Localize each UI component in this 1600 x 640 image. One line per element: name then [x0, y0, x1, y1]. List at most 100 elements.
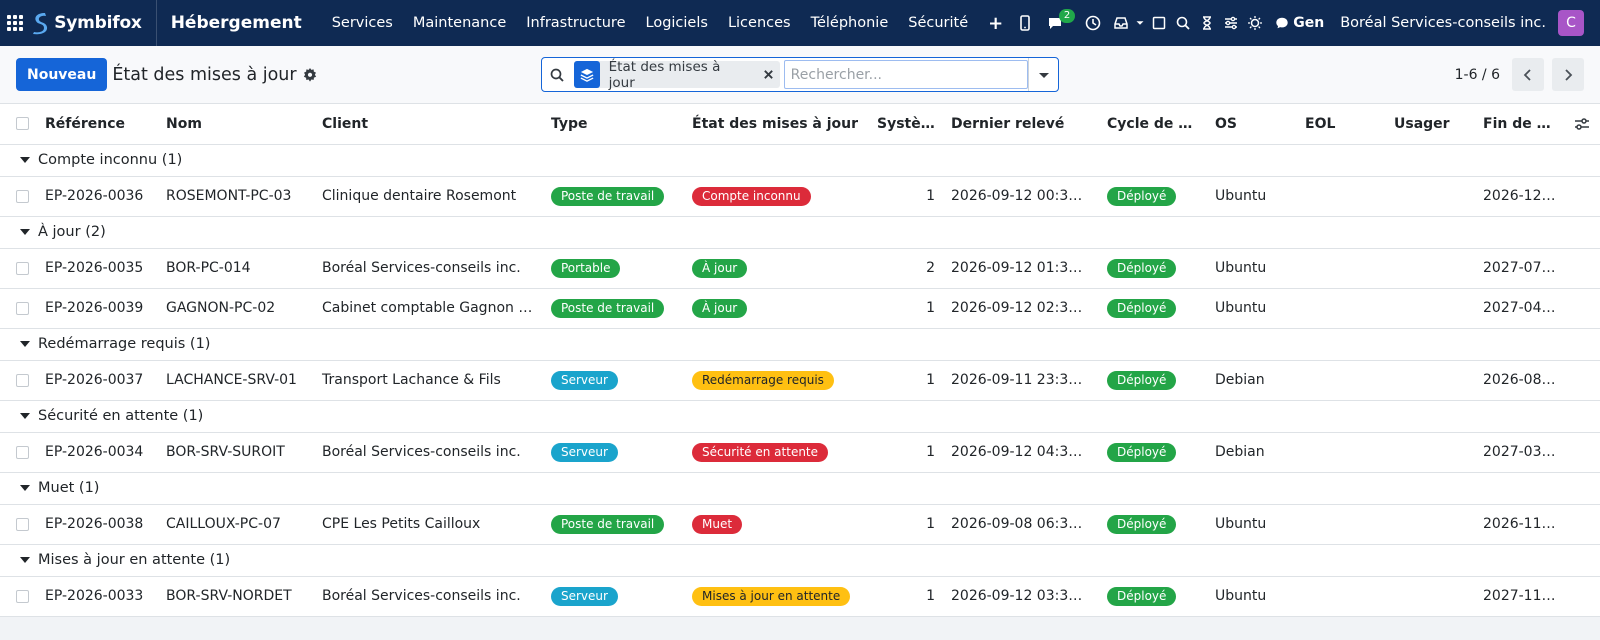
group-row[interactable]: À jour (2)	[0, 216, 1600, 249]
table-row[interactable]: EP-2026-0035 BOR-PC-014 Boréal Services-co…	[0, 248, 1600, 289]
column-header-warranty[interactable]: Fin de garantie	[1475, 104, 1564, 145]
checkbox[interactable]	[16, 189, 29, 203]
table-row[interactable]: EP-2026-0033 BOR-SRV-NORDET Boréal Service…	[0, 576, 1600, 617]
layers-icon	[573, 61, 600, 88]
pager-previous-button[interactable]	[1512, 58, 1544, 91]
inbox-icon[interactable]	[1109, 0, 1133, 46]
column-header-systems[interactable]: Systèmes	[869, 104, 943, 145]
group-header[interactable]: Sécurité en attente (1)	[0, 400, 1600, 433]
last-seen-cell: 2026-09-12 04:38:06	[943, 432, 1099, 473]
row-checkbox[interactable]	[0, 576, 37, 617]
checkbox[interactable]	[16, 589, 29, 603]
row-checkbox[interactable]	[0, 176, 37, 217]
update-state-badge: Sécurité en attente	[692, 442, 829, 462]
type-badge: Serveur	[551, 442, 618, 462]
row-checkbox[interactable]	[0, 504, 37, 545]
group-header[interactable]: Redémarrage requis (1)	[0, 328, 1600, 361]
lifecycle-badge: Déployé	[1107, 370, 1177, 390]
row-checkbox[interactable]	[0, 432, 37, 473]
phone-icon[interactable]	[1013, 0, 1037, 46]
select-all-checkbox[interactable]	[0, 104, 37, 145]
row-checkbox[interactable]	[0, 288, 37, 329]
search-icon[interactable]	[1171, 0, 1195, 46]
checkbox[interactable]	[16, 373, 29, 387]
hourglass-icon[interactable]	[1195, 0, 1219, 46]
menu-item-maintenance[interactable]: Maintenance	[403, 15, 516, 31]
search-icon[interactable]	[542, 67, 572, 83]
group-row[interactable]: Redémarrage requis (1)	[0, 328, 1600, 361]
warranty-cell: 2027-04-10	[1475, 288, 1564, 329]
menu-item-infrastructure[interactable]: Infrastructure	[516, 15, 635, 31]
group-row[interactable]: Mises à jour en attente (1)	[0, 544, 1600, 577]
group-row[interactable]: Sécurité en attente (1)	[0, 400, 1600, 433]
column-header-user[interactable]: Usager	[1386, 104, 1475, 145]
caret-down-icon[interactable]	[1133, 0, 1147, 46]
group-row[interactable]: Compte inconnu (1)	[0, 144, 1600, 177]
square-icon[interactable]	[1147, 0, 1171, 46]
column-header-client[interactable]: Client	[314, 104, 543, 145]
table-row[interactable]: EP-2026-0039 GAGNON-PC-02 Cabinet comptabl…	[0, 288, 1600, 329]
row-checkbox[interactable]	[0, 360, 37, 401]
messages-icon[interactable]: 2	[1043, 0, 1076, 46]
sliders-icon[interactable]	[1219, 0, 1243, 46]
column-header-lifecycle[interactable]: Cycle de vie	[1099, 104, 1207, 145]
group-header[interactable]: À jour (2)	[0, 216, 1600, 249]
table-row[interactable]: EP-2026-0037 LACHANCE-SRV-01 Transport Lac…	[0, 360, 1600, 401]
caret-down-icon	[20, 557, 30, 563]
lifecycle-cell: Déployé	[1099, 432, 1207, 473]
column-header-type[interactable]: Type	[543, 104, 684, 145]
pager-value[interactable]: 1-6 / 6	[1455, 67, 1500, 83]
menu-item-logiciels[interactable]: Logiciels	[636, 15, 718, 31]
checkbox[interactable]	[16, 445, 29, 459]
update-state-cell: À jour	[684, 288, 869, 329]
group-label-wrap: Sécurité en attente (1)	[8, 408, 1592, 424]
gen-chat-button[interactable]: Gen	[1267, 15, 1340, 31]
clock-icon[interactable]	[1081, 0, 1105, 46]
column-header-update-state[interactable]: État des mises à jour	[684, 104, 869, 145]
group-row[interactable]: Muet (1)	[0, 472, 1600, 505]
menu-item-licences[interactable]: Licences	[718, 15, 801, 31]
checkbox[interactable]	[16, 261, 29, 275]
pager-next-button[interactable]	[1552, 58, 1584, 91]
row-spacer	[1564, 248, 1600, 289]
column-header-last-seen[interactable]: Dernier relevé	[943, 104, 1099, 145]
warranty-cell: 2026-12-16	[1475, 176, 1564, 217]
column-header-reference[interactable]: Référence	[37, 104, 158, 145]
client-cell: Transport Lachance & Fils	[314, 360, 543, 401]
group-header[interactable]: Compte inconnu (1)	[0, 144, 1600, 177]
menu-item-services[interactable]: Services	[322, 15, 403, 31]
new-button[interactable]: Nouveau	[16, 58, 108, 91]
table-header-row: Référence Nom Client Type État des mises…	[0, 104, 1600, 145]
reference-cell: EP-2026-0039	[37, 288, 158, 329]
checkbox[interactable]	[16, 517, 29, 531]
optional-columns-toggle[interactable]	[1564, 104, 1600, 145]
menu-item-securite[interactable]: Sécurité	[898, 15, 978, 31]
gear-icon[interactable]	[303, 67, 317, 82]
search-input[interactable]	[783, 60, 1029, 89]
search-options-toggle[interactable]	[1028, 58, 1058, 91]
apps-menu-icon[interactable]	[0, 0, 30, 46]
module-title[interactable]: Hébergement	[157, 13, 322, 33]
theme-icon[interactable]	[1243, 0, 1267, 46]
table-row[interactable]: EP-2026-0036 ROSEMONT-PC-03 Clinique denta…	[0, 176, 1600, 217]
add-menu-icon[interactable]: +	[978, 13, 1013, 34]
update-state-cell: Mises à jour en attente	[684, 576, 869, 617]
brand[interactable]: Symbifox	[30, 0, 157, 46]
lifecycle-badge: Déployé	[1107, 442, 1177, 462]
eol-cell	[1297, 360, 1386, 401]
avatar[interactable]: C	[1558, 10, 1584, 36]
group-header[interactable]: Mises à jour en attente (1)	[0, 544, 1600, 577]
reference-cell: EP-2026-0037	[37, 360, 158, 401]
checkbox[interactable]	[16, 301, 29, 315]
menu-item-telephonie[interactable]: Téléphonie	[801, 15, 899, 31]
row-checkbox[interactable]	[0, 248, 37, 289]
table-row[interactable]: EP-2026-0038 CAILLOUX-PC-07 CPE Les Petits…	[0, 504, 1600, 545]
column-header-eol[interactable]: EOL	[1297, 104, 1386, 145]
os-cell: Debian	[1207, 432, 1297, 473]
column-header-os[interactable]: OS	[1207, 104, 1297, 145]
close-icon[interactable]	[758, 69, 780, 80]
group-header[interactable]: Muet (1)	[0, 472, 1600, 505]
table-row[interactable]: EP-2026-0034 BOR-SRV-SUROIT Boréal Service…	[0, 432, 1600, 473]
column-header-name[interactable]: Nom	[158, 104, 314, 145]
company-switcher[interactable]: Boréal Services-conseils inc.	[1340, 15, 1558, 31]
